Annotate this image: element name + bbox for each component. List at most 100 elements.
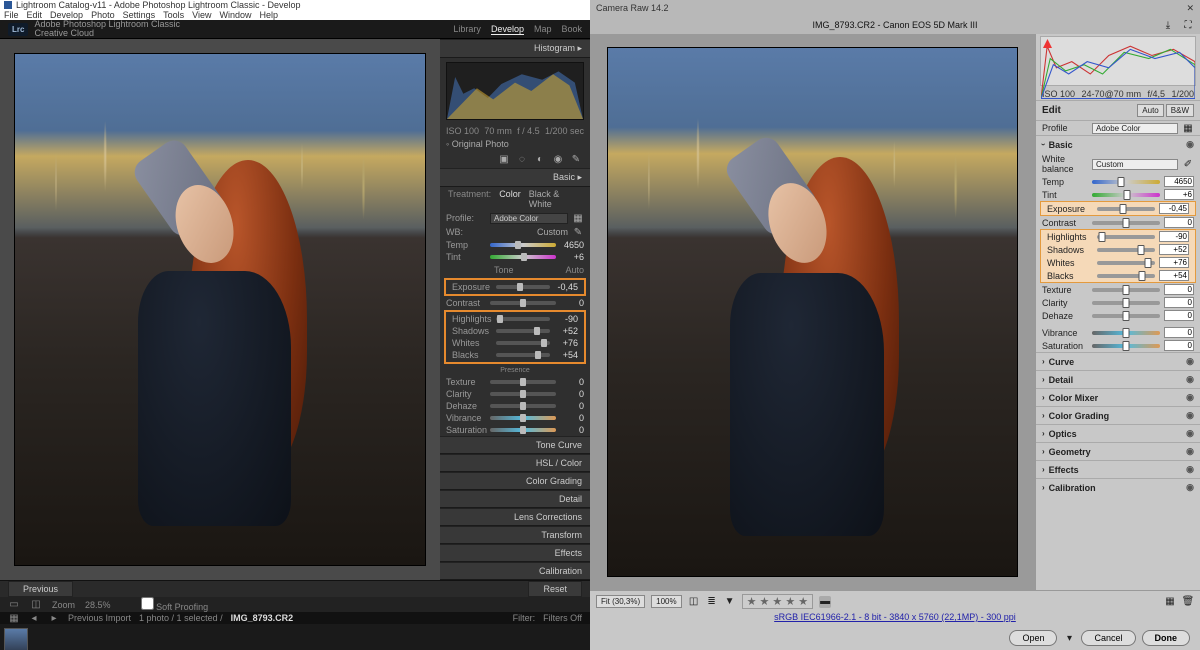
blacks-slider[interactable]: Blacks+54 (446, 349, 584, 361)
cr-blacks-slider[interactable]: Blacks (1041, 269, 1195, 282)
highlights-slider[interactable]: Highlights-90 (446, 313, 584, 325)
eye-icon[interactable]: ◉ (1186, 139, 1194, 150)
module-map[interactable]: Map (534, 24, 552, 35)
grid-icon[interactable]: ▦ (8, 612, 20, 624)
cr-vibrance-slider[interactable]: Vibrance (1036, 326, 1200, 339)
basic-header[interactable]: Basic ▸ (440, 168, 590, 187)
rating-stars[interactable]: ★ ★ ★ ★ ★ (742, 594, 814, 609)
panel-calibration[interactable]: Calibration (440, 562, 590, 580)
eyedropper-icon[interactable]: ✐ (1182, 158, 1194, 170)
softproof-toggle[interactable] (141, 597, 154, 610)
reset-button[interactable]: Reset (528, 581, 582, 597)
texture-slider[interactable]: Texture0 (440, 376, 590, 388)
module-develop[interactable]: Develop (491, 24, 524, 35)
cr-clarity-slider[interactable]: Clarity (1036, 296, 1200, 309)
cr-dehaze-slider[interactable]: Dehaze (1036, 309, 1200, 322)
previous-button[interactable]: Previous (8, 581, 73, 597)
brush-icon[interactable]: ✎ (570, 153, 582, 165)
grid-icon[interactable]: ▦ (572, 212, 584, 224)
loupe-icon[interactable]: ▭ (8, 599, 20, 611)
cr-basic-header[interactable]: ›Basic◉ (1036, 135, 1200, 153)
cr-preview-area[interactable] (590, 34, 1035, 590)
profile-row[interactable]: Profile:Adobe Color▦ (440, 211, 590, 225)
cr-shadows-slider[interactable]: Shadows (1041, 243, 1195, 256)
compare-icon[interactable]: ◫ (688, 596, 700, 608)
cr-temp-slider[interactable]: Temp (1036, 175, 1200, 188)
menu-window[interactable]: Window (220, 10, 252, 20)
trash-icon[interactable]: 🗑 (1182, 596, 1194, 608)
shadows-slider[interactable]: Shadows+52 (446, 325, 584, 337)
filter-icon[interactable]: ▼ (724, 596, 736, 608)
nav-prev-icon[interactable]: ◂ (28, 612, 40, 624)
panel-tonecurve[interactable]: Tone Curve (440, 436, 590, 454)
clarity-slider[interactable]: Clarity0 (440, 388, 590, 400)
cr-exposure-slider[interactable]: Exposure (1041, 202, 1195, 215)
eye-icon[interactable]: ◉ (1186, 356, 1194, 367)
export-icon[interactable]: ⤓ (1162, 19, 1174, 31)
treatment-bw[interactable]: Black & White (529, 189, 582, 209)
histogram-header[interactable]: Histogram ▸ (440, 39, 590, 58)
crop-icon[interactable]: ▣ (498, 153, 510, 165)
cr-section-curve[interactable]: ›Curve◉ (1036, 352, 1200, 370)
exposure-slider[interactable]: Exposure-0,45 (446, 281, 584, 293)
cr-section-colormixer[interactable]: ›Color Mixer◉ (1036, 388, 1200, 406)
treatment-color[interactable]: Color (499, 189, 521, 209)
tool-strip[interactable]: ▣ ◌ ◐ ◉ ✎ (440, 150, 590, 168)
nav-next-icon[interactable]: ▸ (48, 612, 60, 624)
panel-detail[interactable]: Detail (440, 490, 590, 508)
cr-highlights-slider[interactable]: Highlights (1041, 230, 1195, 243)
cr-texture-slider[interactable]: Texture (1036, 283, 1200, 296)
label-icon[interactable]: ▬ (819, 596, 831, 608)
panel-hsl[interactable]: HSL / Color (440, 454, 590, 472)
auto-tone[interactable]: Auto (565, 265, 584, 275)
cr-whites-slider[interactable]: Whites (1041, 256, 1195, 269)
temp-slider[interactable]: Temp4650 (440, 239, 590, 251)
cr-section-detail[interactable]: ›Detail◉ (1036, 370, 1200, 388)
compare-icon[interactable]: ◫ (30, 599, 42, 611)
panel-effects[interactable]: Effects (440, 544, 590, 562)
tint-slider[interactable]: Tint+6 (440, 251, 590, 263)
thumbnail[interactable] (4, 628, 28, 650)
cr-section-geometry[interactable]: ›Geometry◉ (1036, 442, 1200, 460)
module-library[interactable]: Library (453, 24, 481, 35)
cr-section-optics[interactable]: ›Optics◉ (1036, 424, 1200, 442)
redeye-icon[interactable]: ◉ (552, 153, 564, 165)
open-button[interactable]: Open (1009, 630, 1057, 646)
fit-button[interactable]: Fit (30,3%) (596, 595, 645, 608)
panel-colorgrading[interactable]: Color Grading (440, 472, 590, 490)
dehaze-slider[interactable]: Dehaze0 (440, 400, 590, 412)
cr-saturation-slider[interactable]: Saturation (1036, 339, 1200, 352)
chevron-down-icon[interactable]: ▾ (1063, 632, 1075, 644)
contrast-slider[interactable]: Contrast0 (440, 297, 590, 309)
cr-wb-row[interactable]: White balanceCustom✐ (1036, 153, 1200, 175)
menu-help[interactable]: Help (260, 10, 279, 20)
menu-view[interactable]: View (192, 10, 211, 20)
bw-button[interactable]: B&W (1166, 104, 1194, 117)
cr-section-calibration[interactable]: ›Calibration◉ (1036, 478, 1200, 496)
cancel-button[interactable]: Cancel (1081, 630, 1135, 646)
cr-footer-link[interactable]: sRGB IEC61966-2.1 - 8 bit - 3840 x 5760 … (590, 612, 1200, 626)
whites-slider[interactable]: Whites+76 (446, 337, 584, 349)
filmstrip[interactable] (0, 624, 590, 650)
fullscreen-icon[interactable]: ⛶ (1182, 19, 1194, 31)
cr-section-effects[interactable]: ›Effects◉ (1036, 460, 1200, 478)
preview-area[interactable] (0, 39, 440, 580)
module-book[interactable]: Book (561, 24, 582, 35)
cr-tint-slider[interactable]: Tint (1036, 188, 1200, 201)
grid-icon[interactable]: ▦ (1182, 122, 1194, 134)
heal-icon[interactable]: ◌ (516, 153, 528, 165)
cr-contrast-slider[interactable]: Contrast (1036, 216, 1200, 229)
saturation-slider[interactable]: Saturation0 (440, 424, 590, 436)
eyedropper-icon[interactable]: ✎ (572, 226, 584, 238)
auto-button[interactable]: Auto (1137, 104, 1163, 117)
module-picker[interactable]: Library Develop Map Book (453, 24, 582, 35)
grid-icon[interactable]: ▦ (1164, 596, 1176, 608)
done-button[interactable]: Done (1142, 630, 1191, 646)
mask-icon[interactable]: ◐ (534, 153, 546, 165)
vibrance-slider[interactable]: Vibrance0 (440, 412, 590, 424)
close-icon[interactable]: ✕ (1186, 3, 1194, 14)
cr-section-colorgrading[interactable]: ›Color Grading◉ (1036, 406, 1200, 424)
wb-row[interactable]: WB:Custom✎ (440, 225, 590, 239)
panel-lens[interactable]: Lens Corrections (440, 508, 590, 526)
panel-transform[interactable]: Transform (440, 526, 590, 544)
